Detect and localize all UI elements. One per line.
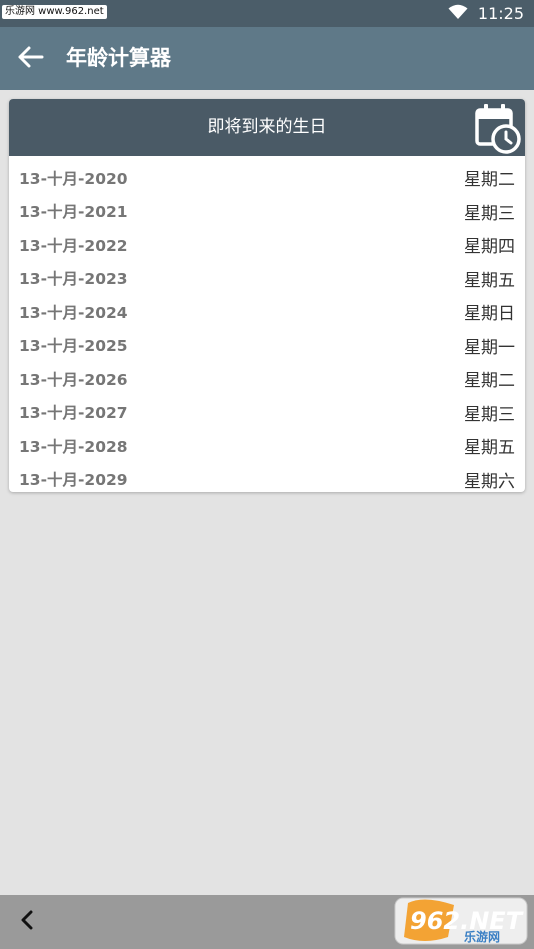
birthday-weekday: 星期一: [464, 337, 515, 358]
back-button[interactable]: [12, 41, 48, 77]
wifi-icon: [448, 4, 468, 24]
list-item: 13-十月-2022 星期四: [9, 228, 525, 262]
list-item: 13-十月-2020 星期二: [9, 161, 525, 195]
birthday-date: 13-十月-2027: [19, 404, 128, 423]
site-logo: 962.NET 乐游网: [394, 897, 528, 945]
card-header: 即将到来的生日: [9, 99, 525, 156]
birthday-weekday: 星期五: [464, 270, 515, 291]
birthday-list: 13-十月-2020 星期二 13-十月-2021 星期三 13-十月-2022…: [9, 156, 525, 492]
birthday-date: 13-十月-2025: [19, 337, 128, 356]
birthday-date: 13-十月-2028: [19, 437, 128, 456]
birthday-weekday: 星期四: [464, 237, 515, 258]
birthday-date: 13-十月-2022: [19, 236, 128, 255]
chevron-left-icon: [20, 910, 34, 934]
arrow-left-icon: [16, 45, 44, 73]
list-item: 13-十月-2027 星期三: [9, 396, 525, 430]
birthday-date: 13-十月-2029: [19, 471, 128, 490]
status-bar: 乐游网 www.962.net 11:25: [0, 0, 534, 27]
birthday-weekday: 星期二: [464, 371, 515, 392]
birthday-weekday: 星期三: [464, 203, 515, 224]
list-item: 13-十月-2021 星期三: [9, 195, 525, 229]
birthday-date: 13-十月-2020: [19, 169, 128, 188]
nav-back-button[interactable]: [12, 907, 42, 937]
birthday-weekday: 星期日: [464, 304, 515, 325]
birthday-weekday: 星期三: [464, 404, 515, 425]
birthday-weekday: 星期六: [464, 471, 515, 492]
birthday-weekday: 星期五: [464, 438, 515, 459]
list-item: 13-十月-2025 星期一: [9, 329, 525, 363]
list-item: 13-十月-2029 星期六: [9, 463, 525, 493]
app-bar: 年龄计算器: [0, 27, 534, 90]
birthday-date: 13-十月-2026: [19, 370, 128, 389]
list-item: 13-十月-2023 星期五: [9, 262, 525, 296]
list-item: 13-十月-2026 星期二: [9, 362, 525, 396]
status-icons: 11:25: [448, 0, 524, 27]
birthday-date: 13-十月-2023: [19, 270, 128, 289]
upcoming-birthdays-card: 即将到来的生日 13-十月-2020 星期二 13-十月-2021 星期三 13…: [9, 99, 525, 492]
birthday-weekday: 星期二: [464, 170, 515, 191]
calendar-clock-icon[interactable]: [473, 102, 521, 154]
status-time: 11:25: [477, 4, 524, 23]
page-title: 年龄计算器: [66, 46, 171, 70]
card-title: 即将到来的生日: [207, 117, 327, 137]
logo-subtext: 乐游网: [464, 929, 500, 944]
watermark-label: 乐游网 www.962.net: [2, 5, 107, 19]
list-item: 13-十月-2024 星期日: [9, 295, 525, 329]
list-item: 13-十月-2028 星期五: [9, 429, 525, 463]
birthday-date: 13-十月-2021: [19, 203, 128, 222]
birthday-date: 13-十月-2024: [19, 303, 128, 322]
